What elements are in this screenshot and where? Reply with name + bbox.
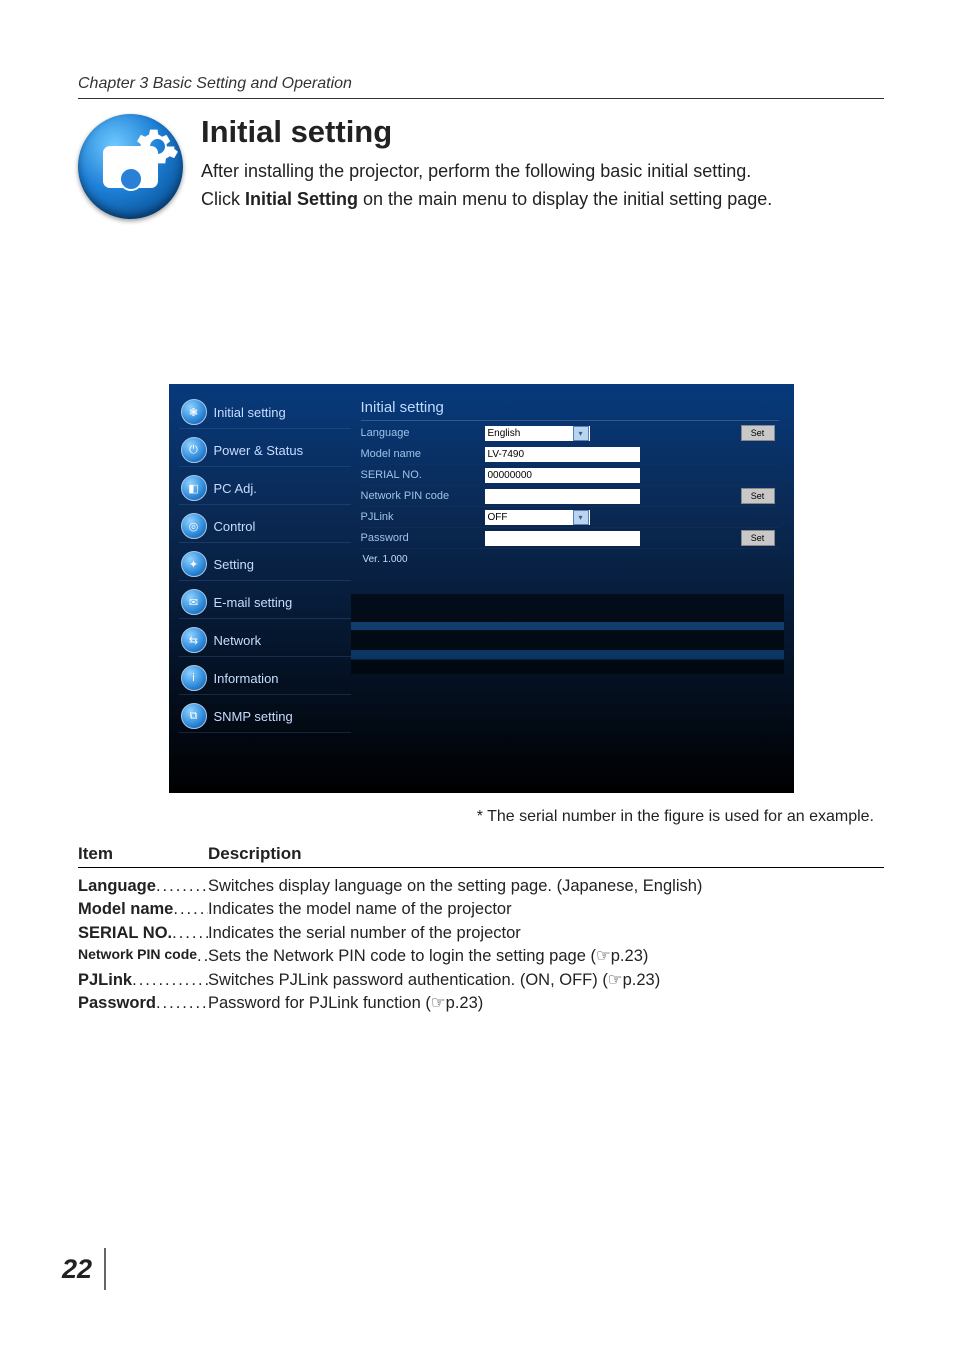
label-model: Model name <box>361 448 479 460</box>
pjlink-select[interactable]: OFF ▾ <box>485 510 590 525</box>
table-row: Password............... Password for PJL… <box>78 992 884 1015</box>
intro-text: After installing the projector, perform … <box>201 158 772 214</box>
gear-icon: ❃ <box>181 399 207 425</box>
sidebar-item-label: Information <box>214 671 279 686</box>
password-input[interactable] <box>485 531 640 546</box>
sidebar-item-control[interactable]: ◎ Control <box>179 510 351 543</box>
version-text: Ver. 1.000 <box>361 554 408 565</box>
decorative-bands <box>351 594 784 674</box>
label-password: Password <box>361 532 479 544</box>
row-version: Ver. 1.000 <box>361 548 779 569</box>
chevron-down-icon[interactable]: ▾ <box>573 426 589 441</box>
table-row: PJLink....................... Switches P… <box>78 969 884 992</box>
sidebar-item-network[interactable]: ⇆ Network <box>179 624 351 657</box>
network-icon: ⇆ <box>181 627 207 653</box>
sidebar-item-label: Initial setting <box>214 405 286 420</box>
label-pin: Network PIN code <box>361 490 479 502</box>
row-model: Model name LV-7490 <box>361 443 779 464</box>
gear-icon <box>135 124 180 169</box>
row-pin: Network PIN code Set <box>361 485 779 506</box>
sidebar-item-label: PC Adj. <box>214 481 257 496</box>
sidebar-item-label: Setting <box>214 557 254 572</box>
power-icon: ⏻ <box>181 437 207 463</box>
sidebar-item-initial-setting[interactable]: ❃ Initial setting <box>179 396 351 429</box>
row-serial: SERIAL NO. 00000000 <box>361 464 779 485</box>
mail-icon: ✉ <box>181 589 207 615</box>
panel-title: Initial setting <box>361 396 779 421</box>
row-password: Password Set <box>361 527 779 548</box>
sidebar-item-email[interactable]: ✉ E-mail setting <box>179 586 351 619</box>
description-table-header: Item Description <box>78 844 884 868</box>
initial-setting-icon <box>78 114 183 219</box>
footnote: * The serial number in the figure is use… <box>78 808 874 826</box>
model-field: LV-7490 <box>485 447 640 462</box>
sidebar-item-pc-adj[interactable]: ◧ PC Adj. <box>179 472 351 505</box>
set-button[interactable]: Set <box>741 425 775 441</box>
chapter-heading: Chapter 3 Basic Setting and Operation <box>78 75 884 99</box>
settings-screenshot: ❃ Initial setting ⏻ Power & Status ◧ PC … <box>169 384 794 793</box>
sidebar-item-label: SNMP setting <box>214 709 293 724</box>
sidebar-item-information[interactable]: i Information <box>179 662 351 695</box>
settings-main: Initial setting Language English ▾ Set M… <box>351 396 779 733</box>
label-language: Language <box>361 427 479 439</box>
sidebar-item-snmp[interactable]: ⧉ SNMP setting <box>179 700 351 733</box>
serial-field: 00000000 <box>485 468 640 483</box>
sidebar-item-label: Power & Status <box>214 443 304 458</box>
setting-icon: ✦ <box>181 551 207 577</box>
set-button[interactable]: Set <box>741 488 775 504</box>
table-row: Model name....... Indicates the model na… <box>78 898 884 921</box>
set-button[interactable]: Set <box>741 530 775 546</box>
info-icon: i <box>181 665 207 691</box>
table-row: SERIAL NO. .......... Indicates the seri… <box>78 922 884 945</box>
control-icon: ◎ <box>181 513 207 539</box>
pc-icon: ◧ <box>181 475 207 501</box>
sidebar: ❃ Initial setting ⏻ Power & Status ◧ PC … <box>179 396 351 733</box>
table-row: Language.............. Switches display … <box>78 875 884 898</box>
table-row: Network PIN code ...... Sets the Network… <box>78 945 884 968</box>
row-language: Language English ▾ Set <box>361 422 779 443</box>
page-title: Initial setting <box>201 114 772 150</box>
sidebar-item-setting[interactable]: ✦ Setting <box>179 548 351 581</box>
pin-input[interactable] <box>485 489 640 504</box>
sidebar-item-label: Network <box>214 633 262 648</box>
language-select[interactable]: English ▾ <box>485 426 590 441</box>
chevron-down-icon[interactable]: ▾ <box>573 510 589 525</box>
sidebar-item-power-status[interactable]: ⏻ Power & Status <box>179 434 351 467</box>
label-pjlink: PJLink <box>361 511 479 523</box>
page-number: 22 <box>62 1248 106 1290</box>
label-serial: SERIAL NO. <box>361 469 479 481</box>
snmp-icon: ⧉ <box>181 703 207 729</box>
sidebar-item-label: E-mail setting <box>214 595 293 610</box>
row-pjlink: PJLink OFF ▾ <box>361 506 779 527</box>
sidebar-item-label: Control <box>214 519 256 534</box>
description-table: Language.............. Switches display … <box>78 875 884 1016</box>
